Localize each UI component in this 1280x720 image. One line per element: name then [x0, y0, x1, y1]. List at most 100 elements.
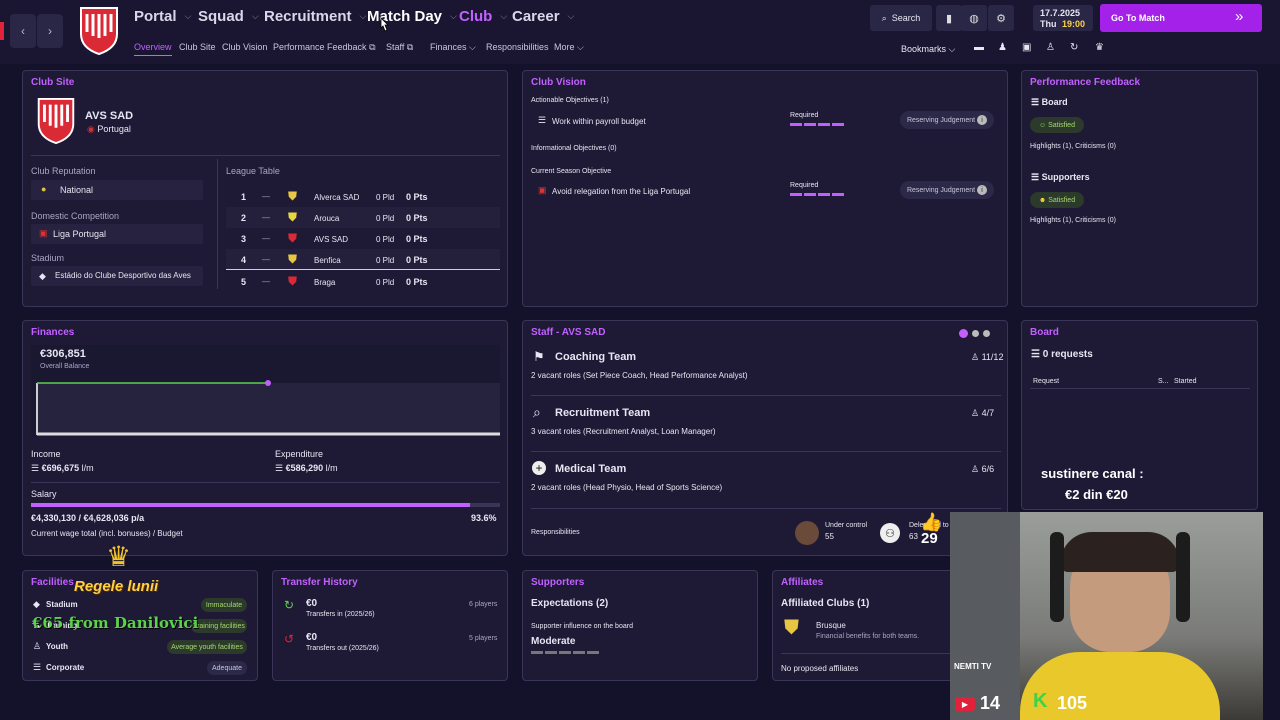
panel-title[interactable]: Performance Feedback — [1030, 77, 1140, 88]
page-dot-active[interactable] — [959, 329, 968, 338]
panel-title[interactable]: Finances — [31, 327, 74, 338]
menu-career[interactable]: Career ⌵ — [512, 8, 574, 25]
count-value: 6/6 — [981, 464, 995, 474]
column-started[interactable]: Started — [1174, 378, 1197, 385]
objective-row[interactable]: ▣ Avoid relegation from the Liga Portuga… — [531, 179, 999, 203]
facility-row[interactable]: ☰ Corporate Adequate — [31, 659, 249, 677]
menu-recruitment[interactable]: Recruitment ⌵ — [264, 8, 366, 25]
club-logo[interactable] — [79, 6, 119, 56]
chat-icon[interactable]: ▬ — [974, 42, 984, 53]
tab-club-site[interactable]: Club Site — [179, 42, 216, 52]
income[interactable]: ☰ €696,675 l/m — [31, 463, 94, 474]
objective-row[interactable]: ☰ Work within payroll budget Required Re… — [531, 109, 999, 133]
forward-button[interactable]: › — [37, 14, 63, 48]
balance-value: €306,851 — [40, 348, 86, 360]
manager-avatar[interactable] — [795, 521, 819, 545]
tab-overview[interactable]: Overview — [134, 42, 172, 56]
stadium-value[interactable]: Estádio do Clube Desportivo das Aves — [55, 271, 191, 280]
group-icon[interactable]: ⚇ — [880, 523, 900, 543]
balance-graph[interactable]: €306,851 Overall Balance — [31, 345, 500, 437]
magnifier-icon: ⌕ — [533, 404, 541, 420]
tactics-icon[interactable]: ▣ — [1022, 42, 1031, 53]
responsibilities-label[interactable]: Responsibilities — [531, 529, 580, 536]
divider — [31, 155, 500, 156]
tab-performance-feedback[interactable]: Performance Feedback ⧉ — [273, 42, 376, 53]
menu-club[interactable]: Club ⌵ — [459, 8, 507, 25]
points: 0 Pts — [406, 255, 428, 265]
affiliate-name: Brusque — [816, 621, 846, 630]
panel-title[interactable]: Club Site — [31, 77, 74, 88]
world-button[interactable]: ◍ — [961, 5, 987, 31]
transfers-out[interactable]: ↺ €0 Transfers out (2025/26) 5 players — [281, 629, 501, 659]
board-label: Board — [1041, 97, 1068, 107]
team-name: Medical Team — [555, 463, 627, 475]
tab-club-vision[interactable]: Club Vision — [222, 42, 267, 52]
settings-button[interactable]: ⚙ — [988, 5, 1014, 31]
expenditure[interactable]: ☰ €586,290 l/m — [275, 463, 338, 474]
people-icon[interactable]: ♙ — [1046, 42, 1055, 53]
panel-title[interactable]: Transfer History — [281, 577, 358, 588]
tab-finances[interactable]: Finances ⌵ — [430, 42, 476, 53]
staff-team-recruitment[interactable]: ⌕ Recruitment Team ♙ 4/7 3 vacant roles … — [531, 404, 1001, 453]
stadium-box[interactable]: ◆ Estádio do Clube Desportivo das Aves — [31, 266, 203, 286]
board-feedback-counts[interactable]: Highlights (1), Criticisms (0) — [1030, 143, 1116, 150]
panel-title[interactable]: Affiliates — [781, 577, 823, 588]
domestic-box[interactable]: ▣ Liga Portugal — [31, 224, 203, 244]
status-pill[interactable]: Reserving Judgement i — [900, 181, 994, 199]
status-label: Reserving Judgement — [906, 116, 976, 124]
bookmarks-dropdown[interactable]: Bookmarks ⌵ — [901, 44, 955, 55]
table-row[interactable]: 3 — ⛊ AVS SAD 0 Pld 0 Pts — [226, 228, 500, 249]
page-dot[interactable] — [983, 330, 990, 337]
panel-title[interactable]: Staff - AVS SAD — [531, 327, 605, 338]
team-name: Recruitment Team — [555, 407, 651, 419]
panel-title[interactable]: Club Vision — [531, 77, 586, 88]
tab-responsibilities[interactable]: Responsibilities — [486, 42, 549, 52]
back-button[interactable]: ‹ — [10, 14, 36, 48]
panel-title[interactable]: Supporters — [531, 577, 584, 588]
expectations[interactable]: Expectations (2) — [531, 598, 608, 609]
chevron-down-icon: ⌵ — [184, 11, 192, 21]
notes-button[interactable]: ▮ — [936, 5, 962, 31]
date-box[interactable]: 17.7.2025 Thu 19:00 — [1033, 5, 1093, 31]
day-text: Thu — [1040, 19, 1057, 29]
tab-more[interactable]: More ⌵ — [554, 42, 584, 53]
page-dot[interactable] — [972, 330, 979, 337]
league-table: 1 — ⛊ Alverca SAD 0 Pld 0 Pts 2 — ⛊ Arou… — [226, 186, 500, 293]
shirt-icon[interactable]: ♟ — [998, 42, 1007, 53]
tab-label: Finances — [430, 42, 467, 52]
headphones-icon — [1050, 532, 1064, 622]
column-request[interactable]: Request — [1033, 378, 1059, 385]
table-row[interactable]: 2 — ⛊ Arouca 0 Pld 0 Pts — [226, 207, 500, 228]
objective-text: Work within payroll budget — [552, 117, 646, 126]
domestic-value[interactable]: Liga Portugal — [53, 229, 106, 239]
table-row[interactable]: 5 — ⛊ Braga 0 Pld 0 Pts — [226, 271, 500, 292]
league-table-label[interactable]: League Table — [226, 166, 280, 176]
trophy-icon[interactable]: ♛ — [1095, 42, 1104, 53]
status-pill[interactable]: Reserving Judgement i — [900, 111, 994, 129]
column-status[interactable]: S... — [1158, 378, 1169, 385]
informational-count: (0) — [608, 145, 617, 152]
transfers-in[interactable]: ↻ €0 Transfers in (2025/26) 6 players — [281, 595, 501, 625]
refresh-icon[interactable]: ↻ — [1070, 42, 1078, 53]
medical-cross-icon: + — [532, 461, 546, 475]
board-icon: ☰ — [1031, 97, 1040, 107]
supporters-feedback-counts[interactable]: Highlights (1), Criticisms (0) — [1030, 217, 1116, 224]
staff-team-coaching[interactable]: ⚑ Coaching Team ♙ 11/12 2 vacant roles (… — [531, 349, 1003, 397]
affiliate-row[interactable]: ⛊ Brusque Financial benefits for both te… — [781, 617, 951, 645]
page-dots[interactable] — [959, 329, 990, 338]
menu-portal[interactable]: Portal ⌵ — [134, 8, 191, 25]
played: 0 Pld — [376, 278, 395, 287]
menu-squad[interactable]: Squad ⌵ — [198, 8, 259, 25]
search-button[interactable]: ⌕ Search — [870, 5, 932, 31]
tab-staff[interactable]: Staff ⧉ — [386, 42, 413, 53]
go-to-match-button[interactable]: Go To Match » — [1100, 4, 1262, 32]
table-row[interactable]: 1 — ⛊ Alverca SAD 0 Pld 0 Pts — [226, 186, 500, 207]
facility-row[interactable]: ♙ Youth Average youth facilities — [31, 638, 249, 656]
reputation-box: ● National — [31, 180, 203, 200]
panel-title[interactable]: Board — [1030, 327, 1059, 338]
table-row[interactable]: 4 — ⛊ Benfica 0 Pld 0 Pts — [226, 249, 500, 270]
salary-value[interactable]: €4,330,130 / €4,628,036 p/a — [31, 513, 144, 523]
chevron-left-icon: ‹ — [21, 24, 25, 38]
staff-team-medical[interactable]: + Medical Team ♙ 6/6 2 vacant roles (Hea… — [531, 461, 1001, 509]
divider — [31, 482, 500, 483]
